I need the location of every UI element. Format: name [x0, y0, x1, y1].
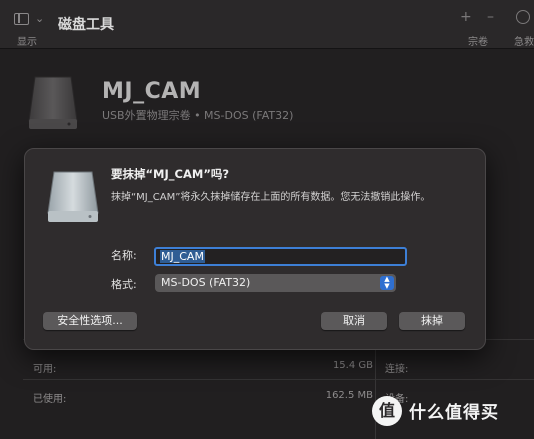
format-label: 格式:: [111, 278, 137, 291]
up-down-arrows-icon: ▲ ▼: [380, 276, 394, 290]
sidebar-toggle-button[interactable]: ⌄: [14, 12, 48, 28]
stat-connection-label: 连接:: [385, 364, 409, 375]
external-disk-icon: [47, 171, 99, 222]
format-select[interactable]: MS-DOS (FAT32) ▲ ▼: [155, 274, 396, 292]
first-aid-label: 急救: [514, 37, 534, 48]
dialog-message: 抹掉“MJ_CAM”将永久抹掉储存在上面的所有数据。您无法撤销此操作。: [111, 192, 431, 203]
cancel-button[interactable]: 取消: [321, 312, 387, 330]
chevron-down-icon: ⌄: [35, 12, 45, 25]
disk-info: USB外置物理宗卷 • MS-DOS (FAT32): [102, 109, 294, 122]
toolbar: ⌄ 显示 磁盘工具 + – 宗卷 急救: [0, 0, 534, 49]
stat-value: 15.4 GB: [332, 360, 373, 371]
external-disk-icon: [28, 76, 78, 129]
remove-volume-icon[interactable]: –: [487, 9, 494, 25]
erase-button[interactable]: 抹掉: [399, 312, 465, 330]
view-label: 显示: [17, 37, 37, 48]
add-volume-icon[interactable]: +: [460, 9, 472, 25]
first-aid-icon[interactable]: [516, 10, 530, 24]
divider: [23, 379, 534, 380]
volume-label: 宗卷: [468, 37, 488, 48]
stat-used: 已使用: 162.5 MB: [33, 390, 373, 408]
sidebar-icon: [14, 13, 29, 25]
format-select-value: MS-DOS (FAT32): [161, 276, 251, 289]
stat-label: 可用:: [33, 364, 57, 375]
name-input[interactable]: MJ_CAM: [154, 247, 407, 266]
window-title: 磁盘工具: [58, 17, 114, 33]
name-label: 名称:: [111, 249, 137, 262]
watermark-text: 什么值得买: [409, 403, 499, 423]
name-input-value: MJ_CAM: [160, 250, 205, 263]
watermark-logo-icon: 值: [372, 396, 402, 426]
stat-available: 可用: 15.4 GB: [33, 360, 373, 378]
stat-value: 162.5 MB: [325, 390, 373, 401]
security-options-button[interactable]: 安全性选项...: [43, 312, 137, 330]
dialog-title: 要抹掉“MJ_CAM”吗?: [111, 167, 230, 181]
stat-label: 已使用:: [33, 394, 67, 405]
watermark: 值 什么值得买: [372, 386, 532, 434]
erase-dialog: 要抹掉“MJ_CAM”吗? 抹掉“MJ_CAM”将永久抹掉储存在上面的所有数据。…: [24, 148, 486, 350]
disk-name: MJ_CAM: [102, 79, 202, 104]
